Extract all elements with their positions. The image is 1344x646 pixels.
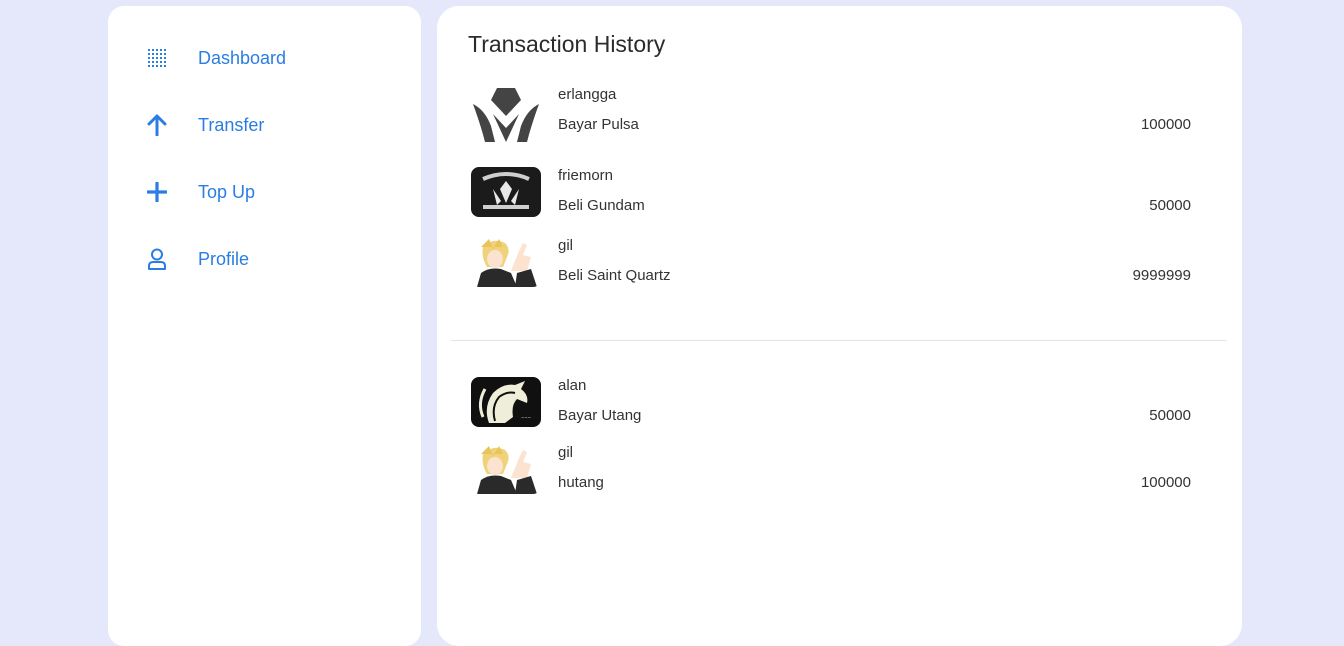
- transaction-description: Beli Saint Quartz: [558, 267, 671, 284]
- sidebar: Dashboard Transfer Top Up Profile: [108, 6, 421, 646]
- anime-avatar: [471, 237, 541, 287]
- sidebar-item-profile[interactable]: Profile: [144, 244, 249, 274]
- transaction-name: erlangga: [558, 86, 617, 103]
- transaction-amount: 100000: [1140, 116, 1191, 133]
- transaction-amount: 50000: [1149, 197, 1191, 214]
- transaction-amount: 9999999: [1132, 267, 1191, 284]
- anime-avatar: [471, 444, 541, 494]
- transaction-row[interactable]: erlangga Bayar Pulsa 100000: [471, 86, 1191, 144]
- transaction-name: friemorn: [558, 167, 614, 184]
- sidebar-item-label: Dashboard: [198, 47, 287, 68]
- grid-icon: [144, 45, 170, 71]
- transaction-row[interactable]: ~~~ alan Bayar Utang 50000: [471, 377, 1191, 433]
- arrow-up-icon: [144, 112, 170, 138]
- crest-avatar: [471, 86, 541, 144]
- sidebar-item-label: Top Up: [198, 181, 256, 202]
- unicorn-avatar: ~~~: [471, 377, 541, 427]
- plus-icon: [144, 179, 170, 205]
- transaction-row[interactable]: gil Beli Saint Quartz 9999999: [471, 237, 1191, 293]
- sidebar-item-label: Profile: [198, 248, 250, 269]
- user-icon: [144, 246, 170, 272]
- group-divider: [451, 340, 1227, 341]
- svg-text:~~~: ~~~: [521, 415, 531, 420]
- transaction-name: alan: [558, 377, 587, 394]
- transaction-amount: 50000: [1149, 407, 1191, 424]
- page-title: Transaction History: [468, 31, 666, 57]
- transaction-row[interactable]: gil hutang 100000: [471, 444, 1191, 500]
- transaction-description: Bayar Utang: [558, 407, 642, 424]
- sidebar-item-dashboard[interactable]: Dashboard: [144, 43, 286, 73]
- transaction-name: gil: [558, 237, 574, 254]
- transaction-description: Beli Gundam: [558, 197, 645, 214]
- transaction-name: gil: [558, 444, 574, 461]
- sidebar-item-topup[interactable]: Top Up: [144, 177, 255, 207]
- transaction-row[interactable]: friemorn Beli Gundam 50000: [471, 167, 1191, 223]
- sidebar-item-transfer[interactable]: Transfer: [144, 110, 264, 140]
- transaction-description: hutang: [558, 474, 604, 491]
- sidebar-item-label: Transfer: [198, 114, 265, 135]
- transaction-history-panel: Transaction History erlangga Bayar Pulsa…: [437, 6, 1242, 646]
- iron-blooded-avatar: [471, 167, 541, 217]
- transaction-description: Bayar Pulsa: [558, 116, 639, 133]
- transaction-amount: 100000: [1140, 474, 1191, 491]
